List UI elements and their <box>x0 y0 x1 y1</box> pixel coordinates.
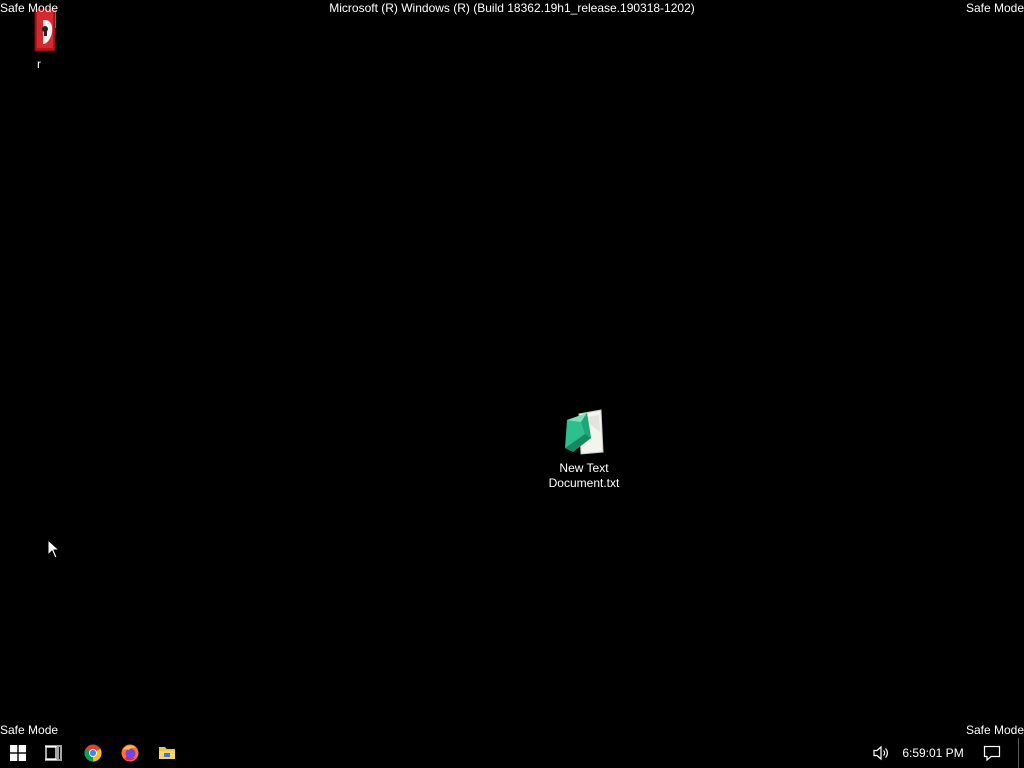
chrome-icon <box>84 744 102 762</box>
speaker-icon <box>873 745 888 761</box>
action-center-button[interactable] <box>974 738 1010 768</box>
action-center-icon <box>983 745 1001 761</box>
task-view-icon <box>45 745 62 761</box>
safe-mode-label-bottom-right: Safe Mode <box>965 723 1024 737</box>
task-view-button[interactable] <box>36 738 72 768</box>
desktop-icon-label: New Text Document.txt <box>548 461 620 490</box>
desktop-icon-label: r <box>37 57 41 71</box>
safe-mode-label-bottom-left: Safe Mode <box>0 723 59 737</box>
windows-logo-icon <box>10 745 26 761</box>
taskbar-clock[interactable]: 6:59:01 PM <box>898 738 968 768</box>
text-document-icon <box>565 409 604 455</box>
desktop[interactable]: Microsoft (R) Windows (R) (Build 18362.1… <box>0 0 1024 738</box>
desktop-icon-new-text-document[interactable]: New Text Document.txt <box>546 408 622 491</box>
folder-icon <box>159 747 175 759</box>
start-button[interactable] <box>0 738 36 768</box>
chrome-taskbar-button[interactable] <box>74 738 112 768</box>
firefox-taskbar-button[interactable] <box>111 738 149 768</box>
volume-button[interactable] <box>866 738 898 768</box>
taskbar: 6:59:01 PM <box>0 738 1024 768</box>
file-explorer-taskbar-button[interactable] <box>148 738 186 768</box>
build-watermark: Microsoft (R) Windows (R) (Build 18362.1… <box>329 1 695 15</box>
mouse-cursor-icon <box>47 539 61 559</box>
desktop-icon-r[interactable]: r <box>1 6 77 72</box>
firefox-icon <box>121 744 139 762</box>
show-desktop-button[interactable] <box>1018 738 1024 768</box>
safe-mode-label-top-right: Safe Mode <box>965 1 1024 15</box>
safe-mode-label-top-left: Safe Mode <box>0 1 59 15</box>
